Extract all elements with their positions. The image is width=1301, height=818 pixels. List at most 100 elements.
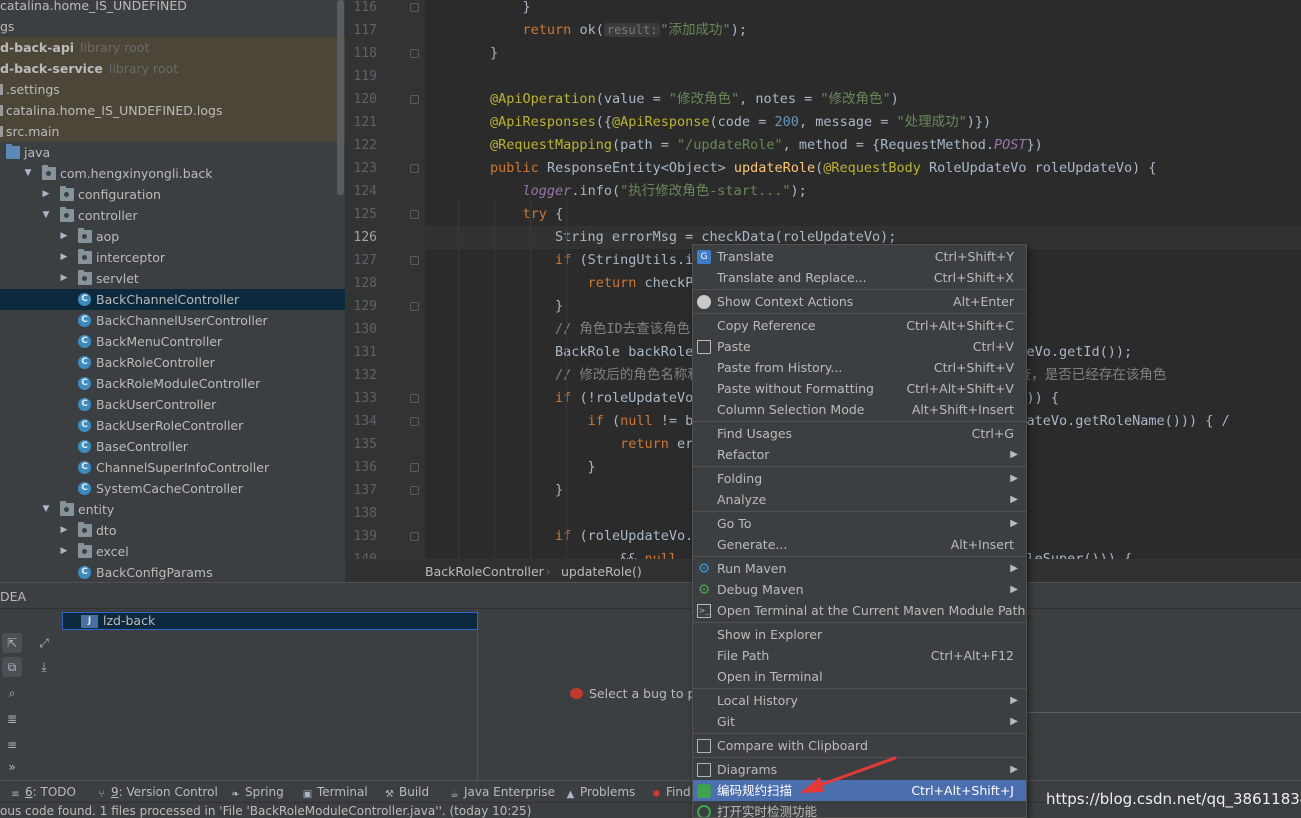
menu-item[interactable]: Git ▶ xyxy=(693,711,1026,732)
menu-item[interactable]: Find Usages Ctrl+G xyxy=(693,423,1026,444)
chevron-right-icon[interactable]: ▶ xyxy=(58,247,70,268)
tree-item[interactable]: .settings xyxy=(0,79,345,100)
chevron-right-icon[interactable]: ▶ xyxy=(58,541,70,562)
collapse-all-icon[interactable]: ≡ xyxy=(2,735,22,755)
menu-item[interactable]: Show in Explorer xyxy=(693,624,1026,645)
tree-item[interactable]: ▼ entity xyxy=(0,499,345,520)
fold-marker-icon[interactable] xyxy=(410,256,419,265)
tool-window-button[interactable]: ❧ Spring xyxy=(230,781,283,803)
tree-item[interactable]: C BackChannelController xyxy=(0,289,345,310)
tool-window-button[interactable]: ☕ Java Enterprise xyxy=(449,781,555,803)
code-line[interactable]: } xyxy=(425,42,1301,65)
menu-item[interactable]: Paste without Formatting Ctrl+Alt+Shift+V xyxy=(693,378,1026,399)
menu-item[interactable]: Paste Ctrl+V xyxy=(693,336,1026,357)
menu-item[interactable]: Diagrams ▶ xyxy=(693,759,1026,780)
fold-marker-icon[interactable] xyxy=(410,463,419,472)
chevron-down-icon[interactable]: ▼ xyxy=(40,499,52,520)
menu-item[interactable]: Open in Terminal xyxy=(693,666,1026,687)
tree-item[interactable]: ▶ dto xyxy=(0,520,345,541)
menu-item[interactable]: Column Selection Mode Alt+Shift+Insert xyxy=(693,399,1026,420)
menu-item[interactable]: Translate and Replace... Ctrl+Shift+X xyxy=(693,267,1026,288)
fold-marker-icon[interactable] xyxy=(410,49,419,58)
fold-marker-icon[interactable] xyxy=(410,417,419,426)
tree-item[interactable]: C BackUserController xyxy=(0,394,345,415)
result-row[interactable]: J lzd-back xyxy=(62,612,478,630)
tree-scrollbar[interactable] xyxy=(337,0,344,195)
code-line[interactable]: return ok(result: "添加成功"); xyxy=(425,19,1301,42)
editor-context-menu[interactable]: G Translate Ctrl+Shift+Y Translate and Repl… xyxy=(692,244,1027,818)
menu-item[interactable]: File Path Ctrl+Alt+F12 xyxy=(693,645,1026,666)
menu-item[interactable]: Folding ▶ xyxy=(693,468,1026,489)
tree-item[interactable]: ▼ controller xyxy=(0,205,345,226)
fold-marker-icon[interactable] xyxy=(410,394,419,403)
tool-window-button[interactable]: ▣ Terminal xyxy=(302,781,368,803)
fold-marker-icon[interactable] xyxy=(410,3,419,12)
tool-window-button[interactable]: ⑂ 9: Version Control xyxy=(96,781,218,803)
chevron-right-icon[interactable]: ▶ xyxy=(58,268,70,289)
tree-item[interactable]: ▶ aop xyxy=(0,226,345,247)
menu-item[interactable]: Local History ▶ xyxy=(693,690,1026,711)
fold-marker-icon[interactable] xyxy=(410,95,419,104)
filter-icon[interactable]: ⧉ xyxy=(2,657,22,677)
tree-item[interactable]: ▶ servlet xyxy=(0,268,345,289)
tree-item[interactable]: C BaseController xyxy=(0,436,345,457)
tree-item[interactable]: gs xyxy=(0,16,345,37)
chevron-down-icon[interactable]: ▼ xyxy=(22,163,34,184)
tree-item[interactable]: C BackConfigParams xyxy=(0,562,345,582)
tool-window-button[interactable]: ⚒ Build xyxy=(384,781,429,803)
download-icon[interactable]: ⤓ xyxy=(34,657,54,677)
code-line[interactable]: @ApiOperation(value = "修改角色", notes = "修… xyxy=(425,88,1301,111)
tree-item[interactable]: C BackRoleModuleController xyxy=(0,373,345,394)
tree-item[interactable]: java xyxy=(0,142,345,163)
chevron-down-icon[interactable]: ▼ xyxy=(40,205,52,226)
code-line[interactable]: logger.info("执行修改角色-start..."); xyxy=(425,180,1301,203)
menu-item[interactable]: >_ Open Terminal at the Current Maven Mod… xyxy=(693,600,1026,621)
tree-item[interactable]: C BackRoleController xyxy=(0,352,345,373)
fold-marker-icon[interactable] xyxy=(410,532,419,541)
tree-item[interactable]: d-back-service library root xyxy=(0,58,345,79)
tree-item[interactable]: catalina.home_IS_UNDEFINED xyxy=(0,0,345,16)
more-icon[interactable]: » xyxy=(2,757,22,777)
breadcrumb-class[interactable]: BackRoleController xyxy=(425,560,544,583)
menu-item[interactable]: 打开实时检测功能 xyxy=(693,801,1026,817)
menu-item[interactable]: Generate... Alt+Insert xyxy=(693,534,1026,555)
code-line[interactable]: } xyxy=(425,0,1301,19)
tree-item[interactable]: C BackChannelUserController xyxy=(0,310,345,331)
tree-item[interactable]: ▼ com.hengxinyongli.back xyxy=(0,163,345,184)
chevron-right-icon[interactable]: ▶ xyxy=(40,184,52,205)
code-line[interactable]: @ApiResponses({@ApiResponse(code = 200, … xyxy=(425,111,1301,134)
code-line[interactable]: try { xyxy=(425,203,1301,226)
fold-marker-icon[interactable] xyxy=(410,486,419,495)
tree-item[interactable]: catalina.home_IS_UNDEFINED.logs xyxy=(0,100,345,121)
fold-marker-icon[interactable] xyxy=(410,164,419,173)
menu-item[interactable]: Go To ▶ xyxy=(693,513,1026,534)
menu-item[interactable]: Compare with Clipboard xyxy=(693,735,1026,756)
menu-item[interactable]: G Translate Ctrl+Shift+Y xyxy=(693,246,1026,267)
menu-item[interactable]: Refactor ▶ xyxy=(693,444,1026,465)
tree-item[interactable]: C SystemCacheController xyxy=(0,478,345,499)
menu-item[interactable]: 编码规约扫描 Ctrl+Alt+Shift+J xyxy=(693,780,1026,801)
breadcrumb-method[interactable]: updateRole() xyxy=(561,560,642,583)
tree-item[interactable]: C ChannelSuperInfoController xyxy=(0,457,345,478)
chevron-right-icon[interactable]: ▶ xyxy=(58,226,70,247)
expand-all-icon[interactable]: ≣ xyxy=(2,709,22,729)
project-tree[interactable]: catalina.home_IS_UNDEFINED gs d-back-api li… xyxy=(0,0,345,582)
tree-item[interactable]: src.main xyxy=(0,121,345,142)
fold-marker-icon[interactable] xyxy=(410,302,419,311)
tree-item[interactable]: ▶ excel xyxy=(0,541,345,562)
tree-item[interactable]: ▶ configuration xyxy=(0,184,345,205)
tool-window-button[interactable]: ≡ 6: TODO xyxy=(10,781,76,803)
code-line[interactable]: public ResponseEntity<Object> updateRole… xyxy=(425,157,1301,180)
tree-item[interactable]: d-back-api library root xyxy=(0,37,345,58)
fold-marker-icon[interactable] xyxy=(410,210,419,219)
menu-item[interactable]: Paste from History... Ctrl+Shift+V xyxy=(693,357,1026,378)
menu-item[interactable]: ⚙ Debug Maven ▶ xyxy=(693,579,1026,600)
tool-window-button[interactable]: ✱ Find xyxy=(651,781,690,803)
code-line[interactable] xyxy=(425,65,1301,88)
tree-item[interactable]: C BackUserRoleController xyxy=(0,415,345,436)
export-icon[interactable]: ⤢ xyxy=(34,633,54,653)
menu-item[interactable]: ⚙ Run Maven ▶ xyxy=(693,558,1026,579)
pin-icon[interactable]: ⇱ xyxy=(2,633,22,653)
search-icon[interactable]: ⌕ xyxy=(2,683,22,703)
tree-item[interactable]: ▶ interceptor xyxy=(0,247,345,268)
